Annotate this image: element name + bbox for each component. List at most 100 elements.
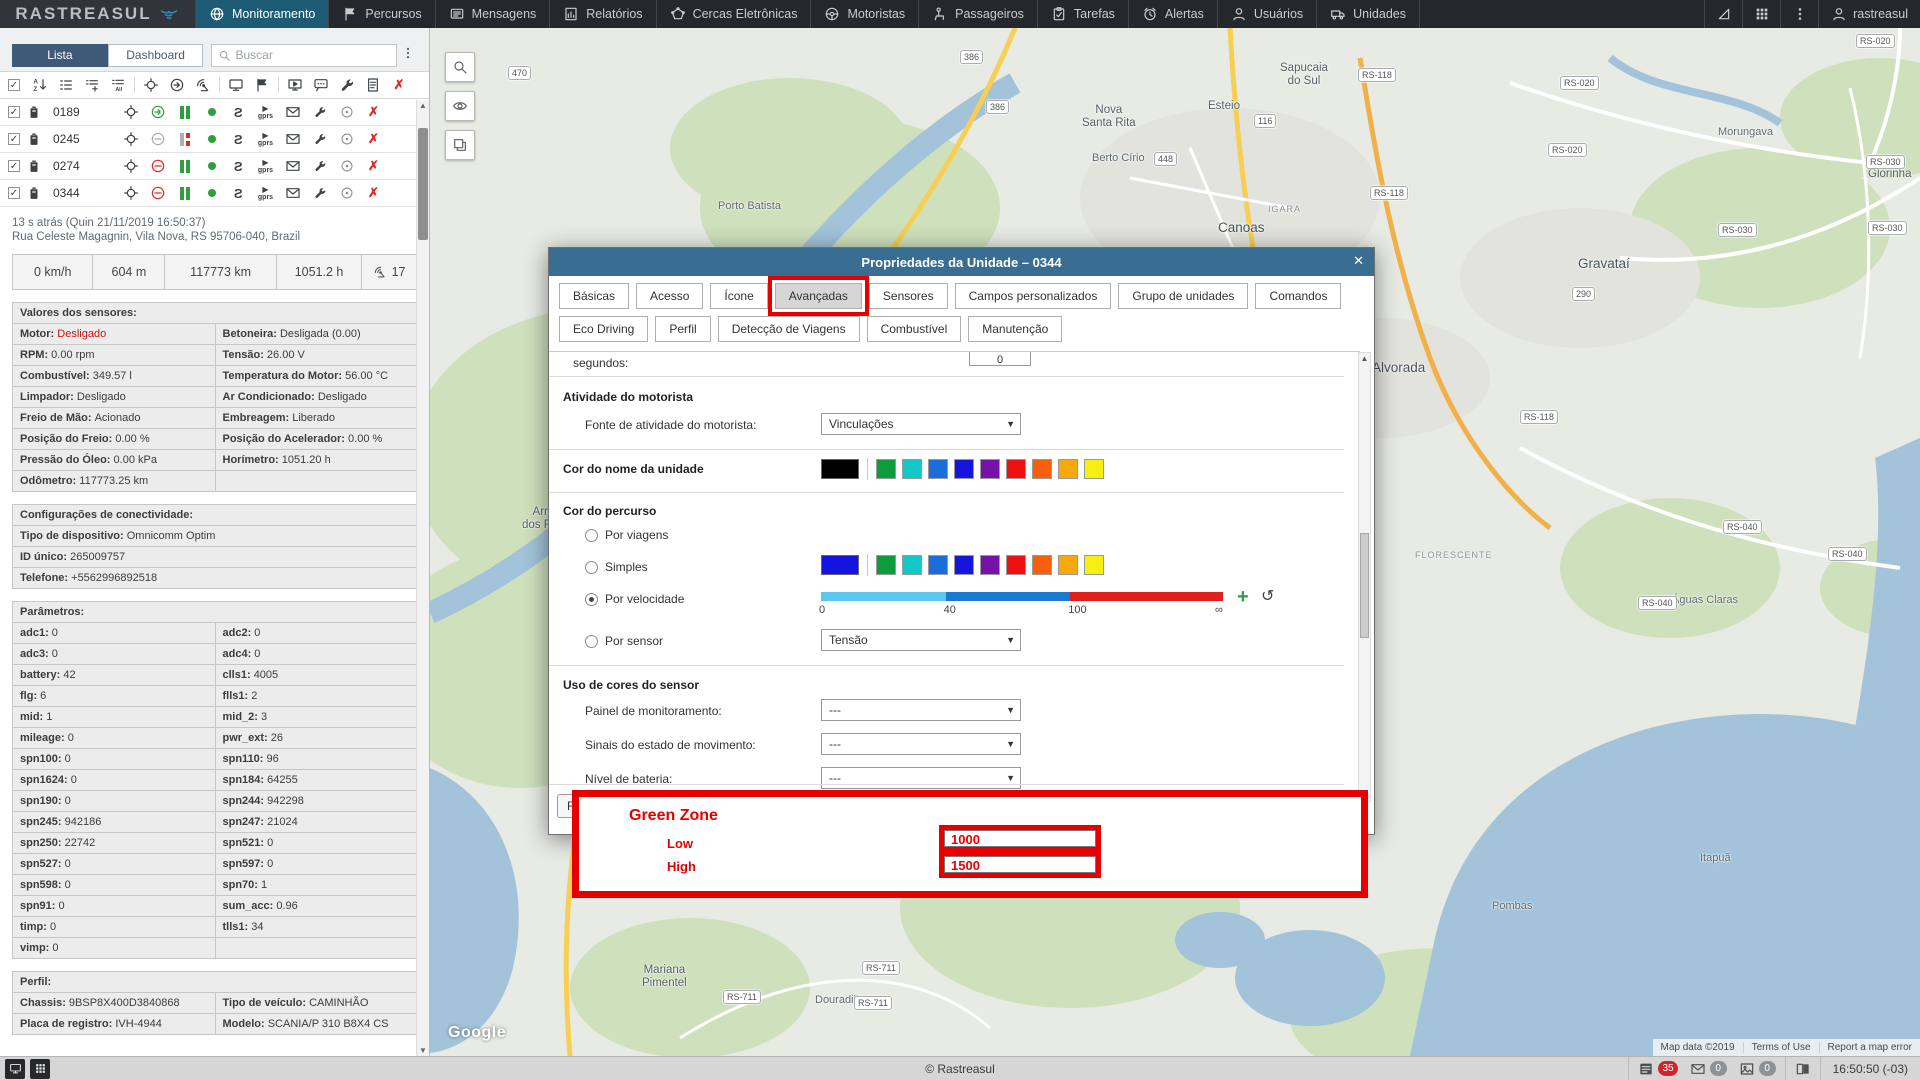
dialog-scrollbar-handle[interactable] xyxy=(1360,533,1369,638)
selected-color-swatch[interactable] xyxy=(821,459,859,479)
remove-from-list-button[interactable]: ✗ xyxy=(360,158,387,174)
toolbar-monitor-button[interactable] xyxy=(223,77,249,93)
dialog-tab-detecc-a-o-de-viagens[interactable]: Detecção de Viagens xyxy=(718,316,860,342)
color-swatch[interactable] xyxy=(980,459,1000,479)
toolbar-sms-button[interactable] xyxy=(308,77,334,93)
unit-properties-button[interactable] xyxy=(306,186,333,200)
dialog-tab-acesso[interactable]: Acesso xyxy=(636,283,703,309)
add-speed-interval-button[interactable]: + xyxy=(1237,590,1249,604)
dialog-tab-perfil[interactable]: Perfil xyxy=(655,316,710,342)
dialog-tab-avanc-adas[interactable]: Avançadas xyxy=(775,283,862,309)
toolbar-wrench-button[interactable] xyxy=(334,77,360,93)
toolbar-list-add-button[interactable] xyxy=(79,77,105,93)
map-visibility-button[interactable] xyxy=(445,91,475,121)
dialog-scroll-up[interactable]: ▲ xyxy=(1359,354,1370,363)
send-message-button[interactable] xyxy=(279,104,306,120)
topbar-tab-usua-rios[interactable]: Usuários xyxy=(1218,0,1317,28)
color-swatch[interactable] xyxy=(902,459,922,479)
apps-grid-button[interactable] xyxy=(1742,0,1780,28)
driver-activity-source-dropdown[interactable]: Vinculações▼ xyxy=(821,413,1021,435)
dialog-tab-eco-driving[interactable]: Eco Driving xyxy=(559,316,648,342)
remove-from-list-button[interactable]: ✗ xyxy=(360,104,387,120)
color-swatch[interactable] xyxy=(980,555,1000,575)
selected-color-swatch[interactable] xyxy=(821,555,859,575)
unit-properties-button[interactable] xyxy=(306,132,333,146)
scrollbar-handle[interactable] xyxy=(418,128,428,240)
dialog-tab-grupo-de-unidades[interactable]: Grupo de unidades xyxy=(1118,283,1248,309)
color-swatch[interactable] xyxy=(1058,555,1078,575)
toolbar-list-button[interactable] xyxy=(53,77,79,93)
toolbar-doc-button[interactable] xyxy=(360,77,386,93)
toolbar-arrowc-button[interactable] xyxy=(164,77,190,93)
topbar-tab-motoristas[interactable]: Motoristas xyxy=(811,0,919,28)
unit-checkbox[interactable] xyxy=(8,106,20,118)
radio-by-sensor[interactable]: Por sensor xyxy=(585,634,663,648)
scroll-up-arrow[interactable]: ▲ xyxy=(417,101,429,110)
send-message-button[interactable] xyxy=(279,131,306,147)
usage-row-dropdown[interactable]: ---▼ xyxy=(821,767,1021,789)
user-menu[interactable]: rastreasul xyxy=(1818,0,1920,28)
toolbar-flag-button[interactable] xyxy=(249,77,275,93)
send-message-button[interactable] xyxy=(279,185,306,201)
speed-color-gradient[interactable] xyxy=(821,592,1223,601)
seconds-input[interactable]: 0 xyxy=(969,351,1031,366)
unit-row-0344[interactable]: 0344S▶gprs✗ xyxy=(0,180,429,207)
topbar-tab-passageiros[interactable]: Passageiros xyxy=(919,0,1038,28)
terms-of-use-link[interactable]: Terms of Use xyxy=(1743,1042,1819,1053)
apply-filter-icon[interactable] xyxy=(333,132,360,146)
color-swatch[interactable] xyxy=(876,555,896,575)
search-input[interactable] xyxy=(235,48,385,62)
green-zone-low-input[interactable]: 1000 xyxy=(939,825,1101,852)
unit-properties-button[interactable] xyxy=(306,159,333,173)
color-swatch[interactable] xyxy=(928,555,948,575)
app-logo[interactable]: RASTREASUL xyxy=(0,0,196,28)
topbar-tab-percursos[interactable]: Percursos xyxy=(329,0,435,28)
close-icon[interactable]: ✕ xyxy=(1353,253,1364,269)
sidebar-scrollbar[interactable]: ▲ ▼ xyxy=(416,100,429,1056)
reset-speed-intervals-button[interactable]: ↺ xyxy=(1261,590,1274,604)
remove-from-list-button[interactable]: ✗ xyxy=(360,131,387,147)
scroll-down-arrow[interactable]: ▼ xyxy=(417,1046,429,1055)
locate-unit-button[interactable] xyxy=(117,104,144,120)
toolbar-sort-az-button[interactable] xyxy=(27,77,53,93)
green-zone-high-input[interactable]: 1500 xyxy=(939,851,1101,878)
dialog-tab-comandos[interactable]: Comandos xyxy=(1255,283,1341,309)
topbar-tab-alertas[interactable]: Alertas xyxy=(1129,0,1218,28)
dialog-tab-i-cone[interactable]: Ícone xyxy=(710,283,767,309)
color-swatch[interactable] xyxy=(1058,459,1078,479)
locate-unit-button[interactable] xyxy=(117,158,144,174)
color-swatch[interactable] xyxy=(954,459,974,479)
topbar-tab-relato-rios[interactable]: Relatórios xyxy=(550,0,656,28)
sidebar-menu-button[interactable] xyxy=(397,46,419,64)
topbar-tab-tarefas[interactable]: Tarefas xyxy=(1038,0,1129,28)
color-swatch[interactable] xyxy=(902,555,922,575)
topbar-tab-cercas-eletro-nicas[interactable]: Cercas Eletrônicas xyxy=(657,0,812,28)
radio-simple[interactable]: Simples xyxy=(585,560,648,574)
locate-unit-button[interactable] xyxy=(117,185,144,201)
color-swatch[interactable] xyxy=(928,459,948,479)
select-all-checkbox[interactable] xyxy=(8,79,20,91)
usage-row-dropdown[interactable]: ---▼ xyxy=(821,699,1021,721)
toolbar-cross-button[interactable]: ✗ xyxy=(386,77,412,93)
more-menu-button[interactable] xyxy=(1780,0,1818,28)
unit-row-0245[interactable]: 0245S▶gprs✗ xyxy=(0,126,429,153)
send-message-button[interactable] xyxy=(279,158,306,174)
measure-tool-button[interactable] xyxy=(1704,0,1742,28)
locate-unit-button[interactable] xyxy=(117,131,144,147)
unit-checkbox[interactable] xyxy=(8,160,20,172)
usage-row-dropdown[interactable]: ---▼ xyxy=(821,733,1021,755)
dialog-tab-sensores[interactable]: Sensores xyxy=(869,283,948,309)
unit-row-0274[interactable]: 0274S▶gprs✗ xyxy=(0,153,429,180)
unit-row-0189[interactable]: 0189S▶gprs✗ xyxy=(0,99,429,126)
color-swatch[interactable] xyxy=(1006,459,1026,479)
toolbar-target-button[interactable] xyxy=(138,77,164,93)
topbar-tab-mensagens[interactable]: Mensagens xyxy=(436,0,551,28)
radio-by-speed[interactable]: Por velocidade xyxy=(585,592,684,606)
unit-properties-button[interactable] xyxy=(306,105,333,119)
dialog-tab-combusti-vel[interactable]: Combustível xyxy=(867,316,962,342)
apply-filter-icon[interactable] xyxy=(333,159,360,173)
apply-filter-icon[interactable] xyxy=(333,105,360,119)
color-swatch[interactable] xyxy=(954,555,974,575)
map-zoom-search-button[interactable] xyxy=(445,52,475,82)
color-swatch[interactable] xyxy=(1084,555,1104,575)
